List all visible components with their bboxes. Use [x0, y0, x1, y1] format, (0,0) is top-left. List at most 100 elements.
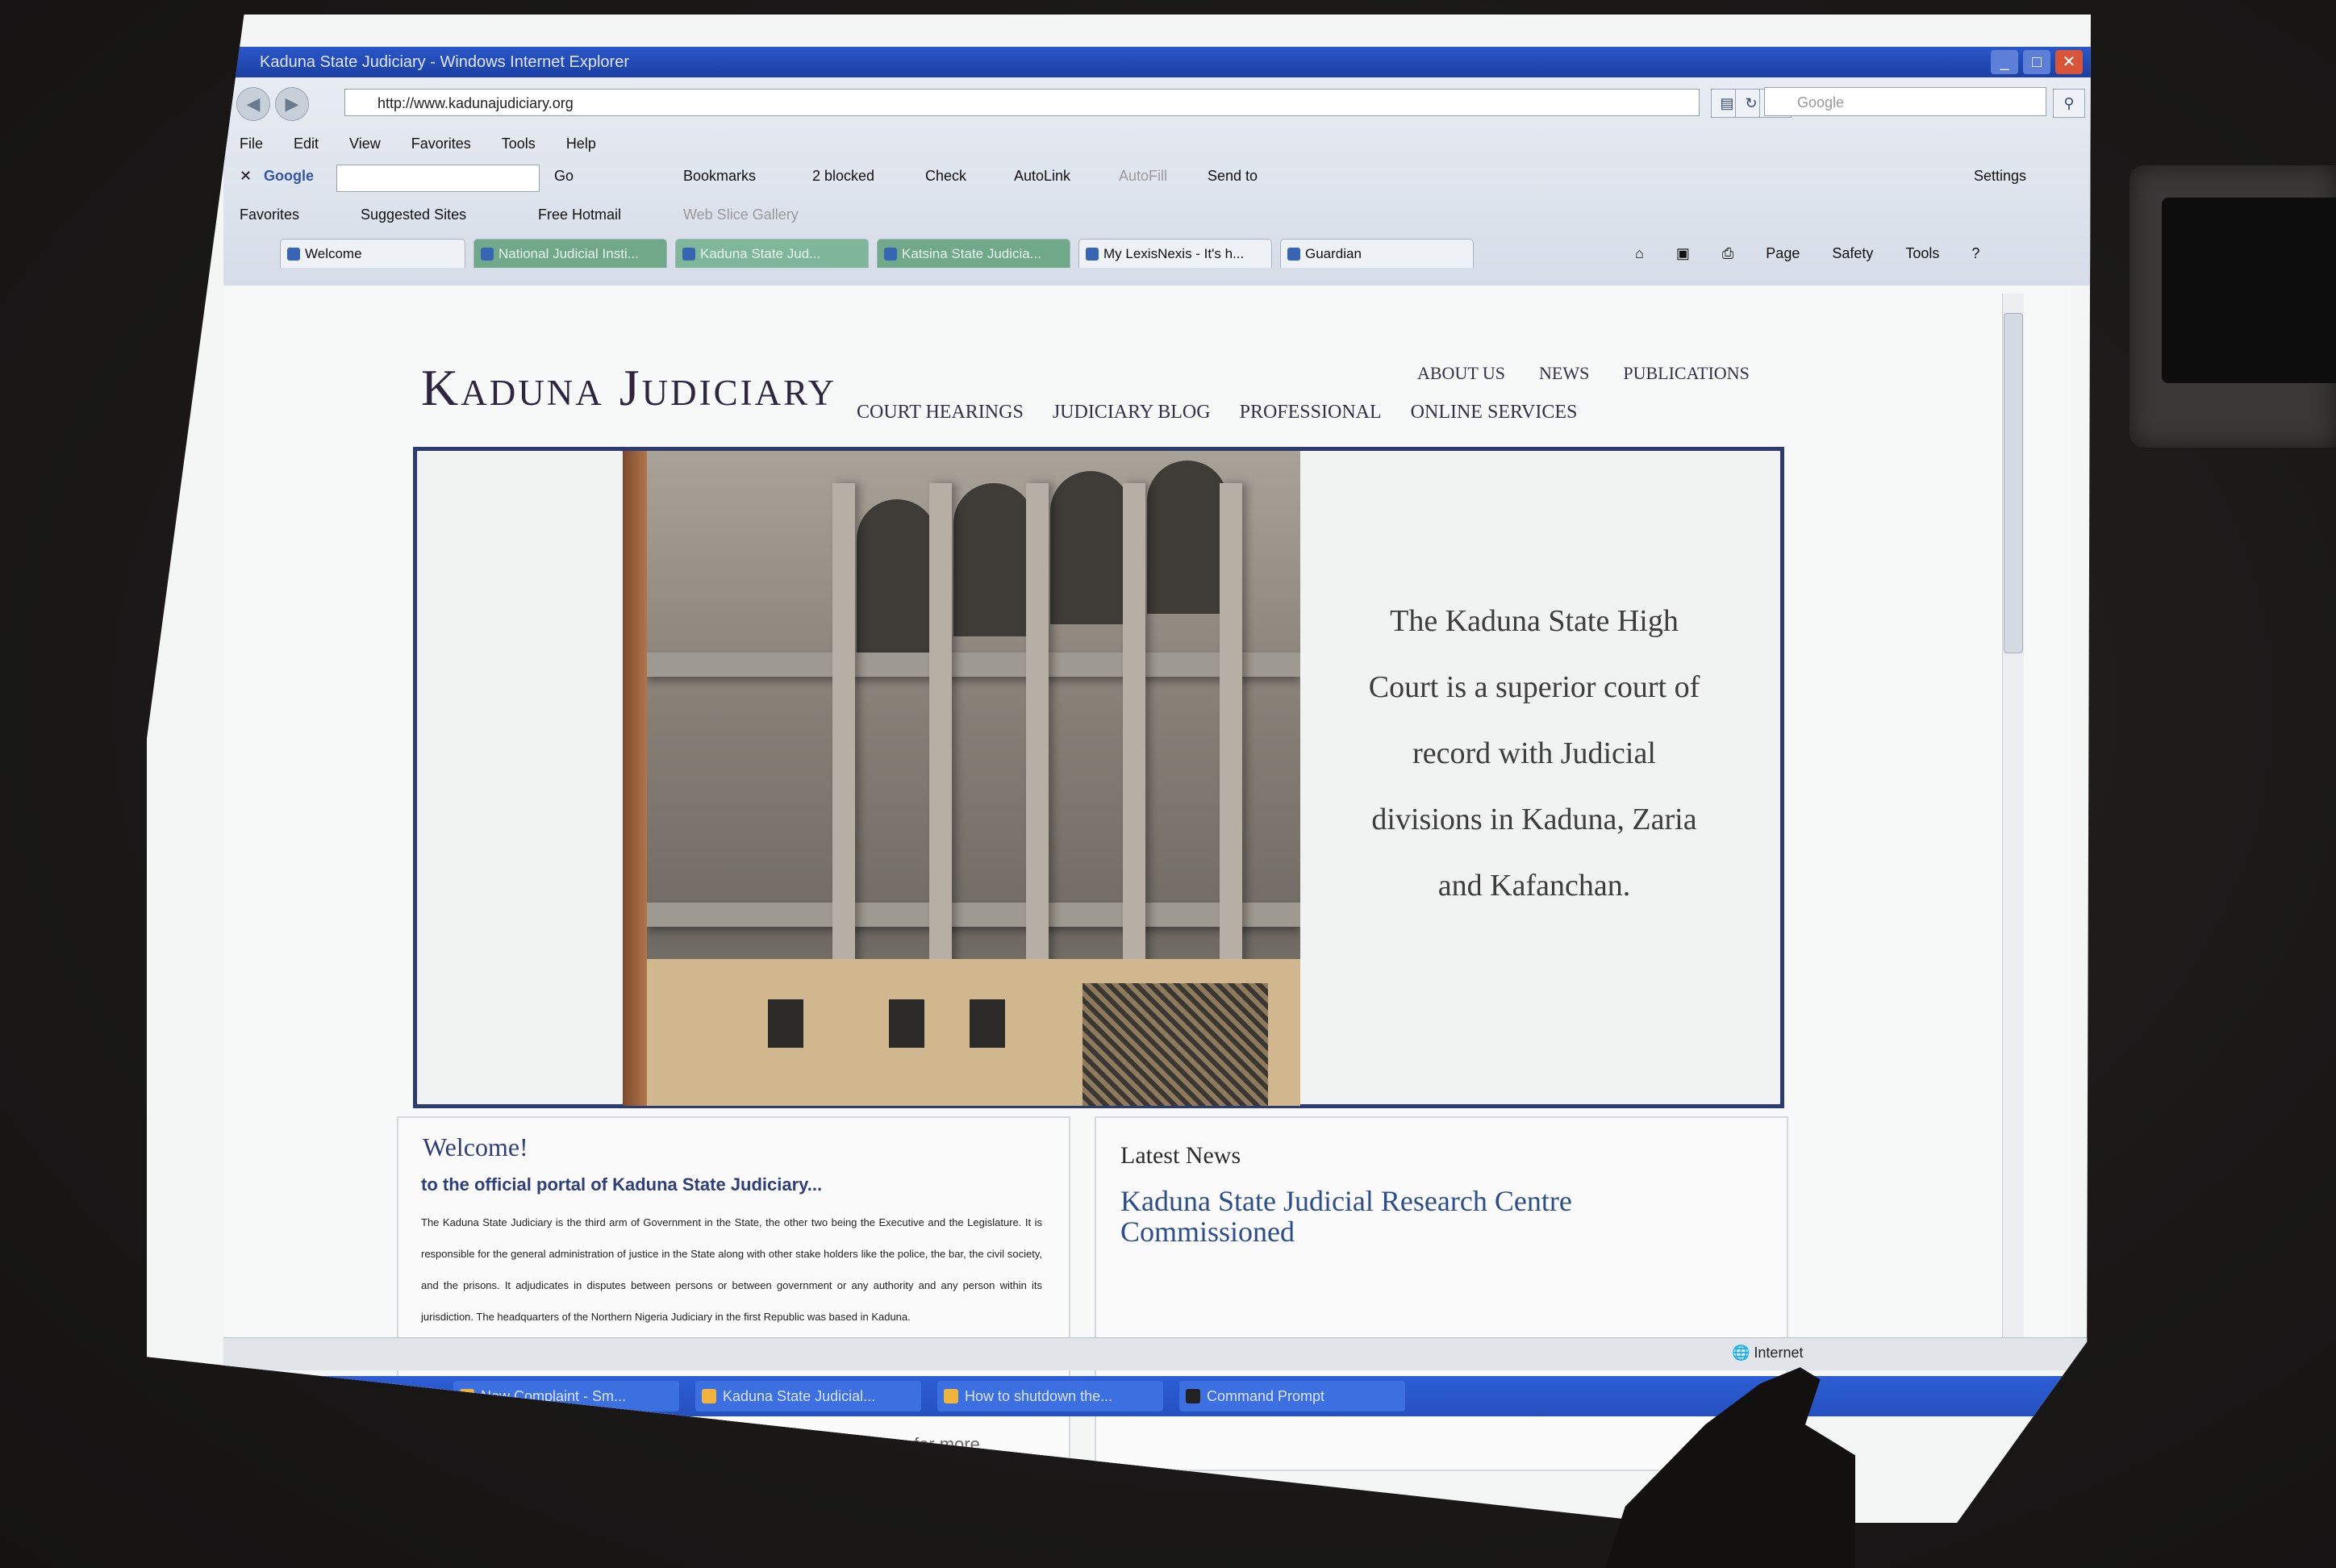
minimize-icon[interactable]: _ — [1991, 50, 2018, 74]
task-label: How to shutdown the... — [965, 1388, 1113, 1404]
tab-kaduna-state-judiciary[interactable]: Kaduna State Jud... — [675, 239, 869, 268]
building-arch — [1050, 471, 1131, 624]
free-hotmail-link[interactable]: Free Hotmail — [538, 206, 621, 223]
suggested-sites-link[interactable]: Suggested Sites — [361, 206, 466, 223]
window-title: Kaduna State Judiciary - Windows Interne… — [260, 53, 629, 71]
feeds-icon[interactable]: ▣ — [1676, 245, 1690, 262]
menu-edit[interactable]: Edit — [294, 136, 319, 152]
page-menu[interactable]: Page — [1766, 245, 1800, 262]
google-search-input[interactable] — [336, 165, 540, 192]
page-icon — [1086, 248, 1099, 261]
tab-label: My LexisNexis - It's h... — [1103, 246, 1245, 261]
building-column — [1026, 483, 1049, 967]
close-toolbar-icon[interactable]: ✕ — [240, 168, 252, 185]
tab-national-judicial[interactable]: National Judicial Insti... — [473, 239, 667, 268]
back-icon[interactable]: ◀ — [236, 87, 270, 121]
zone-label: Internet — [1754, 1345, 1804, 1361]
tab-label: Guardian — [1305, 246, 1362, 261]
court-building-image — [647, 451, 1300, 1106]
tab-label: National Judicial Insti... — [498, 246, 639, 261]
building-column — [1220, 483, 1242, 967]
welcome-body: The Kaduna State Judiciary is the third … — [421, 1216, 1042, 1323]
page-icon — [682, 248, 695, 261]
search-input[interactable]: Google — [1764, 87, 2046, 116]
nav-publications[interactable]: PUBLICATIONS — [1623, 363, 1749, 384]
nav-court-hearings[interactable]: COURT HEARINGS — [857, 402, 1024, 423]
menu-help[interactable]: Help — [566, 136, 596, 152]
site-logo[interactable]: Kaduna Judiciary — [421, 358, 836, 418]
top-nav: ABOUT US NEWS PUBLICATIONS — [1417, 363, 1750, 384]
security-zone: 🌐 Internet — [1732, 1345, 1804, 1361]
spell-check-button[interactable]: Check — [925, 168, 966, 185]
taskbar-item-kaduna-judicial[interactable]: Kaduna State Judicial... — [695, 1381, 921, 1412]
welcome-subtitle: to the official portal of Kaduna State J… — [421, 1174, 823, 1195]
maximize-icon[interactable]: □ — [2023, 50, 2050, 74]
latest-news-panel: Latest News Kaduna State Judicial Resear… — [1095, 1116, 1788, 1471]
google-toolbar: ✕ Google Go Bookmarks 2 blocked Check Au… — [232, 160, 2087, 195]
menu-tools[interactable]: Tools — [502, 136, 536, 152]
address-row: ◀ ▶ http://www.kadunajudiciary.org ▤ ↻ ✕… — [232, 84, 2087, 124]
home-icon[interactable]: ⌂ — [1635, 245, 1644, 262]
close-icon[interactable]: ✕ — [2055, 50, 2083, 74]
safety-menu[interactable]: Safety — [1832, 245, 1873, 262]
taskbar-item-how-to-shutdown[interactable]: How to shutdown the... — [937, 1381, 1163, 1412]
main-nav: COURT HEARINGS JUDICIARY BLOG PROFESSION… — [857, 402, 1577, 423]
latest-news-title: Latest News — [1120, 1142, 1241, 1169]
autofill-button[interactable]: AutoFill — [1119, 168, 1167, 185]
tab-bar: Welcome National Judicial Insti... Kadun… — [232, 232, 2087, 273]
print-icon[interactable]: ⎙ — [1722, 245, 1733, 262]
air-conditioner — [2130, 165, 2336, 448]
nav-professional[interactable]: PROFESSIONAL — [1240, 402, 1382, 423]
nav-news[interactable]: NEWS — [1539, 363, 1589, 384]
forward-icon[interactable]: ▶ — [275, 87, 309, 121]
help-icon[interactable]: ? — [1971, 245, 1979, 262]
building-window — [889, 999, 924, 1048]
page-icon — [1287, 248, 1300, 261]
tab-label: Kaduna State Jud... — [700, 246, 821, 261]
web-slice-gallery-link[interactable]: Web Slice Gallery — [683, 206, 799, 223]
menu-view[interactable]: View — [349, 136, 381, 152]
address-bar[interactable]: http://www.kadunajudiciary.org — [344, 89, 1700, 116]
building-column — [929, 483, 952, 967]
building-arch — [1147, 461, 1228, 614]
building-window — [768, 999, 803, 1048]
google-go-button[interactable]: Go — [554, 168, 574, 185]
send-to-button[interactable]: Send to — [1208, 168, 1258, 185]
app-icon — [1186, 1389, 1200, 1403]
app-icon — [702, 1389, 716, 1403]
search-icon[interactable]: ⚲ — [2053, 89, 2085, 118]
building-grille — [1082, 983, 1268, 1106]
nav-online-services[interactable]: ONLINE SERVICES — [1411, 402, 1578, 423]
bookmarks-button[interactable]: Bookmarks — [683, 168, 756, 185]
favorites-bar: Favorites Suggested Sites Free Hotmail W… — [232, 198, 2087, 231]
popup-blocked-button[interactable]: 2 blocked — [812, 168, 874, 185]
tab-label: Welcome — [305, 246, 362, 261]
favorites-button[interactable]: Favorites — [240, 206, 299, 223]
page-icon — [481, 248, 494, 261]
tab-welcome[interactable]: Welcome — [280, 239, 465, 268]
task-label: Kaduna State Judicial... — [723, 1388, 876, 1404]
window-controls: _ □ ✕ — [1991, 50, 2083, 74]
menu-bar: File Edit View Favorites Tools Help — [240, 136, 596, 152]
google-logo: Google — [264, 168, 314, 184]
scrollbar-thumb[interactable] — [2004, 313, 2023, 653]
tab-katsina-state-judiciary[interactable]: Katsina State Judicia... — [877, 239, 1070, 268]
menu-favorites[interactable]: Favorites — [411, 136, 471, 152]
taskbar-item-command-prompt[interactable]: Command Prompt — [1179, 1381, 1405, 1412]
tab-my-lexisnexis[interactable]: My LexisNexis - It's h... — [1078, 239, 1272, 268]
building-floor-band — [647, 903, 1300, 927]
command-bar: ⌂ ▣ ⎙ Page Safety Tools ? — [1635, 245, 1979, 262]
google-settings-button[interactable]: Settings — [1974, 168, 2026, 185]
app-icon — [944, 1389, 958, 1403]
tab-guardian[interactable]: Guardian — [1280, 239, 1474, 268]
page-icon — [884, 248, 897, 261]
building-arch — [953, 483, 1034, 636]
menu-file[interactable]: File — [240, 136, 263, 152]
autolink-button[interactable]: AutoLink — [1014, 168, 1070, 185]
nav-about-us[interactable]: ABOUT US — [1417, 363, 1505, 384]
tools-menu[interactable]: Tools — [1905, 245, 1939, 262]
news-item-link[interactable]: Kaduna State Judicial Research Centre Co… — [1120, 1186, 1733, 1247]
building-floor-band — [647, 653, 1300, 677]
window-titlebar: Kaduna State Judiciary - Windows Interne… — [227, 47, 2091, 77]
nav-judiciary-blog[interactable]: JUDICIARY BLOG — [1053, 402, 1211, 423]
